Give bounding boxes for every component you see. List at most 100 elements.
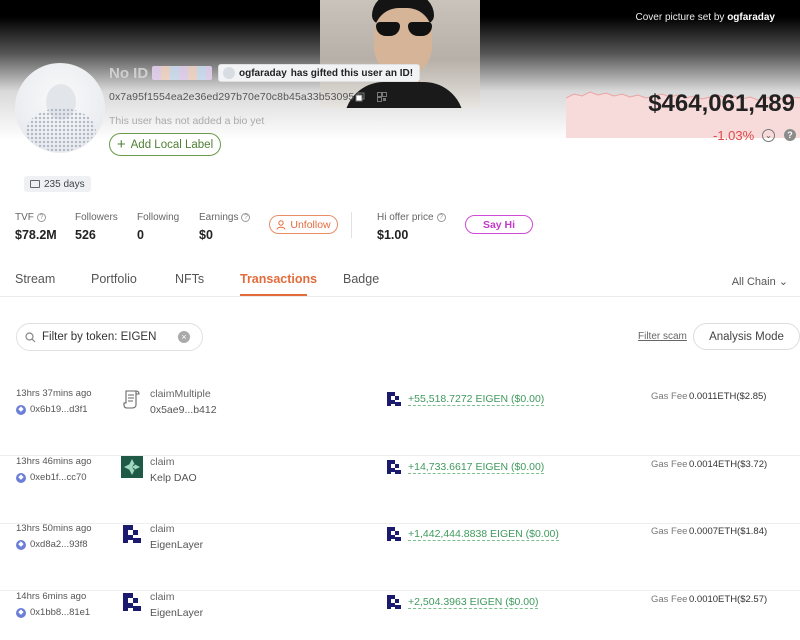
tx-target[interactable]: EigenLayer [150,607,203,619]
gas-fee-label: Gas Fee [651,391,688,402]
info-icon[interactable]: ? [36,213,46,222]
hi-offer-value: $1.00 [377,228,409,242]
cover-credit: Cover picture set by ogfaraday [635,12,775,23]
cover-credit-prefix: Cover picture set by [635,12,725,23]
tx-hash-text: 0xd8a2...93f8 [30,539,88,550]
help-icon[interactable]: ? [784,129,796,141]
wallet-address: 0x7a95f1554ea2e36ed297b70e70c8b45a33b530… [109,91,355,103]
scroll-icon [121,388,143,410]
gift-text: has gifted this user an ID! [290,67,414,79]
kelp-dao-logo-icon [121,456,143,478]
account-age: 235 days [44,178,85,190]
tx-amount[interactable]: +1,442,444.8838 EIGEN ($0.00) [408,528,559,541]
calendar-icon [30,180,40,188]
net-worth-change: -1.03% [713,128,755,143]
tx-target[interactable]: EigenLayer [150,539,203,551]
divider [351,212,352,238]
following-label: Following [137,212,180,223]
unfollow-label: Unfollow [290,218,331,231]
tx-time: 13hrs 46mins ago [16,456,92,467]
filter-scam-link[interactable]: Filter scam [638,331,687,342]
gift-badge[interactable]: ogfaraday has gifted this user an ID! [218,64,421,82]
tab-stream[interactable]: Stream [15,272,55,286]
tvf-label: TVF [15,212,34,223]
tx-time: 13hrs 37mins ago [16,388,92,399]
info-icon[interactable]: ? [436,213,446,222]
profile-name: No ID [109,65,149,82]
active-tab-indicator [240,294,307,296]
info-icon[interactable]: ? [241,213,251,222]
token-filter[interactable]: × [16,323,203,351]
gift-user-avatar [223,67,235,79]
bio-text: This user has not added a bio yet [109,115,265,127]
eigen-token-icon [386,594,402,610]
token-filter-input[interactable] [42,331,172,343]
chain-select-label: All Chain [731,276,776,288]
tx-method: claimMultiple [150,388,211,400]
followers-label: Followers [75,212,118,223]
gas-fee-value: 0.0007ETH($1.84) [689,526,768,537]
earnings-value: $0 [199,228,213,242]
stat-earnings: Earnings? $0 [199,212,251,242]
cover-credit-user[interactable]: ogfaraday [727,12,775,23]
gas-fee-label: Gas Fee [651,594,688,605]
gas-fee-label: Gas Fee [651,459,688,470]
tx-time: 14hrs 6mins ago [16,591,87,602]
ethereum-icon: ◆ [16,607,26,618]
clear-icon[interactable]: × [178,331,190,343]
transaction-row[interactable]: 13hrs 37mins ago ◆ 0x6b19...d3f1 claimMulti… [0,388,800,456]
tx-time: 13hrs 50mins ago [16,523,92,534]
tx-hash-text: 0xeb1f...cc70 [30,472,87,483]
eigenlayer-logo-icon [121,591,143,613]
stat-following[interactable]: Following 0 [137,212,179,242]
tx-hash-text: 0x6b19...d3f1 [30,404,88,415]
tx-hash[interactable]: ◆ 0xeb1f...cc70 [16,472,87,483]
stat-hi-offer: Hi offer price? $1.00 [377,212,446,242]
ethereum-icon: ◆ [16,472,26,483]
tx-method: claim [150,591,175,603]
tab-transactions[interactable]: Transactions [240,272,317,286]
tx-amount[interactable]: +55,518.7272 EIGEN ($0.00) [408,393,545,406]
add-local-label-button[interactable]: + Add Local Label [109,133,221,156]
tab-portfolio[interactable]: Portfolio [91,272,137,286]
tx-hash[interactable]: ◆ 0x6b19...d3f1 [16,404,88,415]
tx-amount[interactable]: +14,733.6617 EIGEN ($0.00) [408,461,545,474]
blurred-id-placeholder [152,66,212,80]
tvf-value: $78.2M [15,228,57,242]
stat-followers[interactable]: Followers 526 [75,212,118,242]
tab-nfts[interactable]: NFTs [175,272,204,286]
eigen-token-icon [386,526,402,542]
tx-amount[interactable]: +2,504.3963 EIGEN ($0.00) [408,596,539,609]
user-icon [276,219,286,230]
earnings-label: Earnings [199,212,239,223]
copy-icon[interactable] [355,92,365,102]
eigen-token-icon [386,459,402,475]
net-worth: $464,061,489 [648,90,795,117]
stat-tvf: TVF? $78.2M [15,212,57,242]
transaction-row[interactable]: 14hrs 6mins ago ◆ 0x1bb8...81e1 claim EigenL… [0,591,800,640]
eigen-token-icon [386,391,402,407]
tab-badge[interactable]: Badge [343,272,379,286]
followers-value: 526 [75,228,96,242]
unfollow-button[interactable]: Unfollow [269,215,338,234]
eigenlayer-logo-icon [121,523,143,545]
chevron-down-icon: ⌄ [778,276,788,288]
gas-fee-value: 0.0014ETH($3.72) [689,459,768,470]
analysis-mode-button[interactable]: Analysis Mode [693,323,800,350]
tx-method: claim [150,456,175,468]
chain-select[interactable]: All Chain ⌄ [732,275,788,288]
chevron-down-icon[interactable]: ⌄ [762,129,775,142]
gas-fee-value: 0.0010ETH($2.57) [689,594,768,605]
qr-code-icon[interactable] [377,92,387,102]
tx-hash[interactable]: ◆ 0xd8a2...93f8 [16,539,88,550]
add-local-label-text: Add Local Label [130,138,214,151]
tx-hash[interactable]: ◆ 0x1bb8...81e1 [16,607,90,618]
profile-tabs: Stream Portfolio NFTs Transactions Badge… [0,266,800,297]
ethereum-icon: ◆ [16,404,26,415]
tx-target[interactable]: 0x5ae9...b412 [150,404,217,416]
transaction-row[interactable]: 13hrs 50mins ago ◆ 0xd8a2...93f8 claim Eigen… [0,523,800,591]
tx-method: claim [150,523,175,535]
transaction-row[interactable]: 13hrs 46mins ago ◆ 0xeb1f...cc70 claim Kelp … [0,456,800,524]
tx-target[interactable]: Kelp DAO [150,472,197,484]
say-hi-button[interactable]: Say Hi [465,215,533,234]
